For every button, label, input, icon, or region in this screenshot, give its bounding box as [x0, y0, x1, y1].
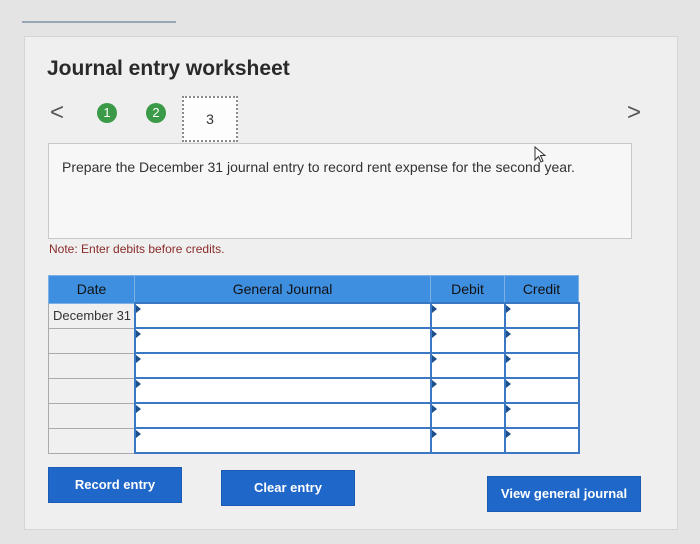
table-row — [48, 327, 580, 354]
previous-arrow-icon[interactable]: < — [50, 101, 64, 125]
debit-input[interactable] — [429, 402, 506, 429]
instruction-box: Prepare the December 31 journal entry to… — [48, 143, 632, 239]
account-input[interactable] — [133, 402, 432, 429]
step-2-button[interactable]: 2 — [146, 103, 166, 123]
date-cell — [48, 427, 135, 454]
page-title: Journal entry worksheet — [47, 57, 290, 80]
credit-input[interactable] — [503, 327, 580, 354]
account-input[interactable] — [133, 377, 432, 404]
general-journal-header: General Journal — [134, 275, 431, 304]
debit-input[interactable] — [429, 302, 506, 329]
credit-input[interactable] — [503, 302, 580, 329]
account-input[interactable] — [133, 327, 432, 354]
journal-table: Date General Journal Debit Credit Decemb… — [48, 275, 580, 454]
debit-header: Debit — [430, 275, 505, 304]
credit-input[interactable] — [503, 377, 580, 404]
account-input[interactable] — [133, 302, 432, 329]
instruction-text: Prepare the December 31 journal entry to… — [62, 159, 575, 175]
debit-input[interactable] — [429, 427, 506, 454]
table-row — [48, 377, 580, 404]
account-input[interactable] — [133, 427, 432, 454]
table-row — [48, 427, 580, 454]
date-cell — [48, 352, 135, 379]
date-cell — [48, 327, 135, 354]
table-header-row: Date General Journal Debit Credit — [48, 275, 579, 304]
date-header: Date — [48, 275, 135, 304]
debit-input[interactable] — [429, 327, 506, 354]
credit-input[interactable] — [503, 402, 580, 429]
step-1-button[interactable]: 1 — [97, 103, 117, 123]
table-row: December 31 — [48, 302, 580, 329]
date-cell — [48, 402, 135, 429]
top-rule — [22, 21, 176, 23]
credit-header: Credit — [504, 275, 579, 304]
table-row — [48, 402, 580, 429]
debit-input[interactable] — [429, 352, 506, 379]
table-row — [48, 352, 580, 379]
note-text: Note: Enter debits before credits. — [49, 242, 225, 256]
mouse-cursor-icon — [534, 146, 547, 163]
next-arrow-icon[interactable]: > — [627, 101, 641, 125]
step-3-button[interactable]: 3 — [182, 96, 238, 142]
debit-input[interactable] — [429, 377, 506, 404]
view-general-journal-button[interactable]: View general journal — [487, 476, 641, 512]
clear-entry-button[interactable]: Clear entry — [221, 470, 355, 506]
date-cell: December 31 — [48, 302, 135, 329]
date-cell — [48, 377, 135, 404]
record-entry-button[interactable]: Record entry — [48, 467, 182, 503]
credit-input[interactable] — [503, 352, 580, 379]
credit-input[interactable] — [503, 427, 580, 454]
account-input[interactable] — [133, 352, 432, 379]
